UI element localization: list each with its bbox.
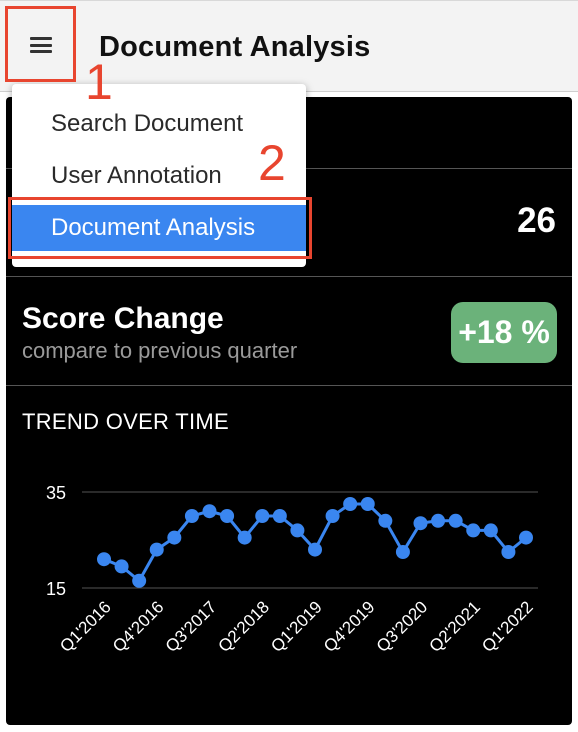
trend-chart: 1535Q1'2016Q4'2016Q3'2017Q2'2018Q1'2019Q… (46, 483, 538, 656)
data-point (184, 509, 199, 523)
divider (6, 276, 572, 277)
data-point (237, 530, 252, 545)
score-change-title: Score Change (22, 302, 224, 335)
data-point (431, 513, 446, 528)
data-point (272, 509, 287, 523)
x-tick-label: Q1'2016 (56, 597, 115, 656)
annotation-number-two: 2 (258, 135, 286, 191)
data-point (378, 513, 393, 528)
y-tick-label: 15 (46, 579, 66, 599)
data-point (132, 573, 147, 588)
x-tick-label: Q3'2020 (373, 597, 432, 656)
data-point (483, 523, 498, 538)
trend-line (103, 502, 527, 584)
data-point (202, 504, 217, 519)
annotation-box-document-analysis (8, 197, 312, 259)
annotation-box-menu (5, 6, 76, 82)
data-point (149, 542, 164, 557)
x-tick-label: Q4'2016 (109, 597, 168, 656)
document-count: 26 (517, 201, 556, 240)
x-tick-label: Q3'2017 (162, 597, 221, 656)
score-change-subtitle: compare to previous quarter (22, 338, 298, 363)
data-point (97, 552, 111, 567)
data-point (325, 509, 340, 523)
data-point (413, 516, 428, 531)
data-point (167, 530, 182, 545)
data-point (501, 545, 516, 559)
data-point (220, 509, 235, 523)
data-point (308, 542, 322, 557)
score-change-badge: +18 % (451, 302, 557, 363)
data-point (360, 497, 375, 511)
trend-title: TREND OVER TIME (22, 409, 230, 434)
x-tick-label: Q1'2022 (478, 597, 537, 656)
data-point (466, 523, 481, 538)
x-tick-label: Q4'2019 (320, 597, 379, 656)
x-tick-label: Q1'2019 (267, 597, 326, 656)
page-title: Document Analysis (99, 31, 371, 63)
annotation-number-one: 1 (85, 54, 113, 110)
data-point (114, 559, 129, 574)
divider (6, 385, 572, 386)
data-point (395, 545, 410, 559)
data-point (448, 513, 463, 528)
data-point (290, 523, 305, 538)
data-point (519, 530, 533, 545)
data-point (255, 509, 270, 523)
y-tick-label: 35 (46, 483, 66, 503)
x-tick-label: Q2'2021 (426, 597, 485, 656)
x-tick-label: Q2'2018 (215, 597, 274, 656)
data-point (343, 497, 358, 511)
